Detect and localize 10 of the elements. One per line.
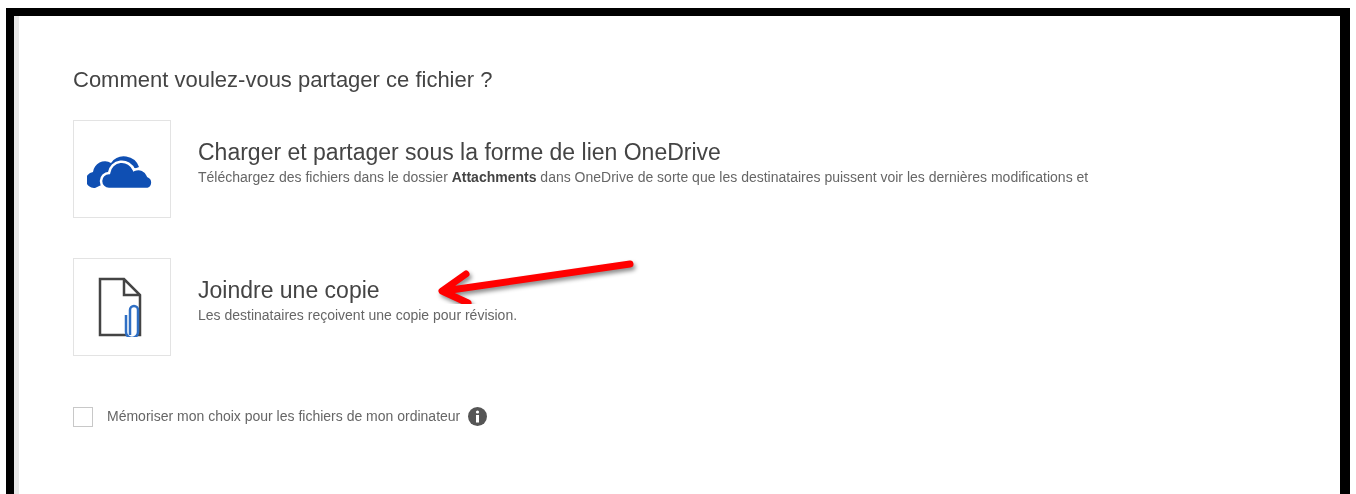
checkbox[interactable] (73, 406, 93, 427)
option-title[interactable]: Charger et partager sous la forme de lien OneDrive (198, 137, 1089, 167)
option-description: Les destinataires reçoivent une copie pour révision. (198, 306, 518, 325)
option-tile[interactable] (73, 258, 171, 356)
dialog-heading: Comment voulez-vous partager ce fichier ? (73, 66, 494, 94)
option-description: Téléchargez des fichiers dans le dossier Attachments dans OneDrive de sorte que les destinataires puissent voir les dernières modifications et (198, 168, 1089, 187)
option-title[interactable]: Joindre une copie (198, 275, 518, 305)
checkbox-label: Mémoriser mon choix pour les fichiers de mon ordinateur (107, 407, 461, 426)
option-tile[interactable] (73, 120, 171, 218)
info-icon[interactable] (468, 407, 488, 426)
